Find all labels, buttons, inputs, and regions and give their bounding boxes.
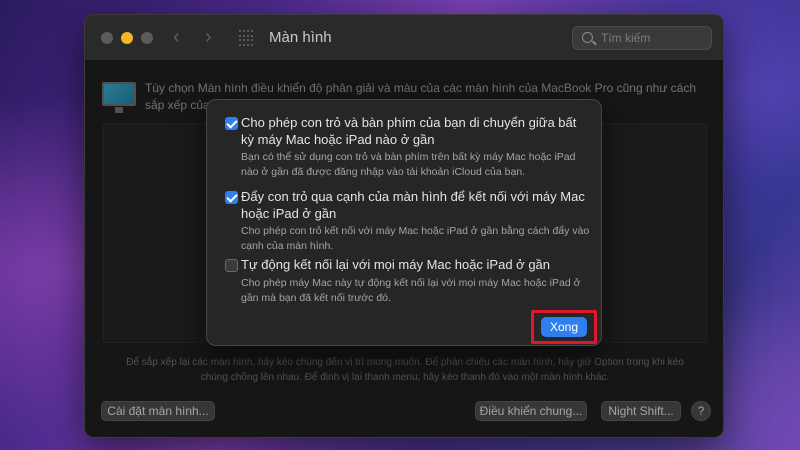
option-help-text: Cho phép con trỏ kết nối với máy Mac hoặ…: [241, 225, 590, 252]
forward-arrow-icon[interactable]: ›: [205, 27, 212, 47]
option-help-text: Cho phép máy Mac này tự động kết nối lại…: [241, 277, 581, 304]
system-preferences-window: ‹ › Màn hình Tìm kiếm Tùy chọn Màn hình …: [84, 14, 724, 438]
option-label: Đẩy con trỏ qua cạnh của màn hình để kết…: [241, 189, 585, 221]
done-button[interactable]: Xong: [541, 317, 587, 337]
search-icon: [582, 32, 593, 43]
search-field[interactable]: Tìm kiếm: [572, 26, 712, 50]
window-title: Màn hình: [269, 29, 332, 46]
zoom-window-button[interactable]: [141, 32, 153, 44]
auto-reconnect-checkbox[interactable]: [225, 259, 238, 272]
allow-cursor-keyboard-checkbox[interactable]: [225, 117, 238, 130]
back-arrow-icon[interactable]: ‹: [173, 27, 180, 47]
minimize-window-button[interactable]: [121, 32, 133, 44]
push-through-edge-checkbox[interactable]: [225, 191, 238, 204]
option-help-text: Bạn có thể sử dụng con trỏ và bàn phím t…: [241, 151, 576, 178]
close-window-button[interactable]: [101, 32, 113, 44]
option-label: Tự động kết nối lại với mọi máy Mac hoặc…: [241, 257, 551, 272]
universal-control-sheet: Cho phép con trỏ và bàn phím của bạn di …: [206, 99, 602, 346]
title-bar: ‹ › Màn hình Tìm kiếm: [85, 15, 723, 61]
option-label: Cho phép con trỏ và bàn phím của bạn di …: [241, 115, 577, 147]
search-placeholder: Tìm kiếm: [601, 31, 651, 45]
show-all-grid-icon[interactable]: [239, 30, 255, 46]
